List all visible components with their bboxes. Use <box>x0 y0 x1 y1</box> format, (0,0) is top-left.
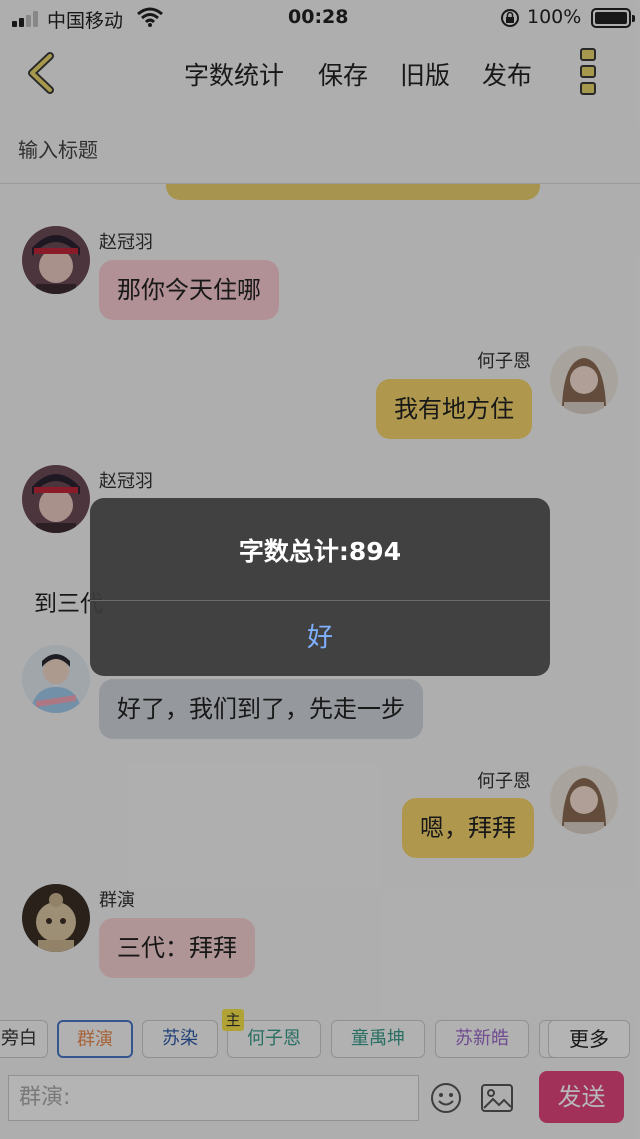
word-count-alert: 字数总计:894 好 <box>90 498 550 676</box>
alert-ok-button[interactable]: 好 <box>90 601 550 676</box>
alert-title: 字数总计:894 <box>238 537 402 566</box>
